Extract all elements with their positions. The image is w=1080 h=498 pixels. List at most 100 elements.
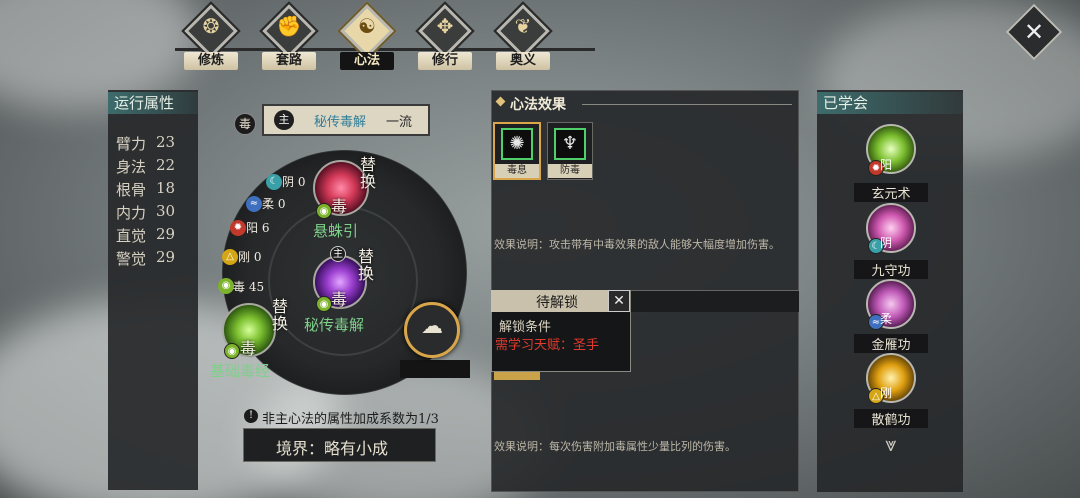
fist-icon: ✊	[276, 14, 302, 38]
stat-name: 臂力	[116, 135, 147, 153]
stat-row: 根骨 18	[116, 179, 175, 200]
tab-label: 心法	[340, 52, 394, 70]
yin-icon: ☾	[266, 174, 282, 190]
stat-name: 身法	[116, 158, 147, 176]
main-marker: 主	[274, 110, 294, 130]
flame-icon: ❂	[202, 14, 220, 38]
learned-title: 已学会	[817, 92, 963, 114]
effects-title: 心法效果	[510, 97, 566, 113]
hard-icon: △	[222, 249, 238, 265]
slot-element: 毒	[331, 290, 348, 309]
lock-icon: ☁	[421, 314, 443, 339]
attr-value: 6	[261, 221, 270, 235]
stat-row: 直觉 29	[116, 225, 175, 246]
slot-element: 毒	[331, 197, 348, 216]
stat-value: 23	[156, 133, 176, 151]
effect-description-2: 效果说明：每次伤害附加毒属性少量比列的伤害。	[494, 440, 736, 453]
popup-tab-strip	[494, 372, 540, 380]
effect-label: 防毒	[548, 164, 592, 178]
shield-icon: ♆	[554, 128, 586, 160]
effect-label: 毒息	[495, 164, 539, 178]
skill-element: 刚	[880, 386, 893, 400]
attr-name: 阳	[246, 221, 259, 235]
tab-label: 修行	[418, 52, 472, 70]
skill-name: 玄元术	[854, 183, 928, 202]
tab-label: 套路	[262, 52, 316, 70]
skill-element: 柔	[880, 312, 893, 326]
main-marker: 主	[330, 246, 346, 262]
poison-icon: ◉	[218, 278, 234, 294]
stat-value: 29	[156, 225, 176, 243]
stat-row: 身法 22	[116, 156, 175, 177]
stat-value: 22	[156, 156, 176, 174]
attr-name: 阴	[282, 175, 295, 189]
locked-slot-plate	[400, 360, 470, 378]
swap-button[interactable]: 替换	[272, 298, 289, 332]
stat-value: 30	[156, 202, 176, 220]
popup-title: 待解锁	[536, 295, 578, 311]
stat-value: 18	[156, 179, 176, 197]
attr-name: 刚	[238, 250, 251, 264]
stat-row: 臂力 23	[116, 133, 175, 154]
skill-element: 阳	[880, 158, 893, 172]
tab-label: 修炼	[184, 52, 238, 70]
attr-yang: 阳 6	[246, 219, 269, 236]
poison-element-icon: ◉	[316, 203, 332, 219]
stat-value: 29	[156, 248, 176, 266]
slot-name: 悬蛛引	[313, 222, 359, 240]
popup-close-button[interactable]: ✕	[608, 290, 630, 312]
close-icon[interactable]: ✕	[1014, 14, 1054, 50]
unlock-condition-label: 解锁条件	[499, 320, 552, 335]
main-method-name: 秘传毒解	[314, 115, 367, 130]
scroll-icon: ✥	[436, 14, 454, 38]
poison-element-icon: ◉	[316, 296, 332, 312]
stat-name: 警觉	[116, 250, 147, 268]
realm-text: 境界：略有小成	[276, 439, 389, 458]
poison-element-icon: ◉	[224, 343, 240, 359]
lotus-icon: ❦	[514, 14, 532, 38]
stats-panel-title: 运行属性	[108, 92, 198, 114]
attr-value: 0	[297, 175, 306, 189]
skill-name: 九守功	[854, 260, 928, 279]
swap-button[interactable]: 替换	[358, 248, 375, 282]
tab-routine[interactable]: ✊ 套路	[256, 1, 322, 70]
tab-secret[interactable]: ❦ 奥义	[490, 1, 556, 70]
bonus-note: 非主心法的属性加成系数为1/3	[262, 412, 439, 427]
stat-name: 内力	[116, 204, 147, 222]
tab-label: 奥义	[496, 52, 550, 70]
tab-cultivate[interactable]: ❂ 修炼	[178, 1, 244, 70]
swap-button[interactable]: 替换	[360, 156, 377, 190]
stat-row: 内力 30	[116, 202, 175, 223]
attr-value: 45	[248, 280, 265, 294]
main-method-grade: 一流	[386, 115, 413, 130]
attr-name: 柔	[262, 197, 275, 211]
yang-icon: ✹	[230, 220, 246, 236]
skill-name: 散鹤功	[854, 409, 928, 428]
stat-row: 警觉 29	[116, 248, 175, 269]
skill-element: 阴	[880, 236, 893, 250]
poison-badge: 毒	[234, 113, 256, 135]
info-icon: !	[244, 409, 258, 423]
slot-name: 秘传毒解	[304, 316, 365, 334]
attr-name: 毒	[233, 280, 246, 294]
skill-name: 金雁功	[854, 334, 928, 353]
tab-mind-method[interactable]: ☯ 心法	[334, 1, 400, 70]
slot-name: 基础毒经	[210, 362, 271, 380]
effect-description-1: 效果说明：攻击带有中毒效果的敌人能够大幅度增加伤害。	[494, 238, 780, 251]
slot-element: 毒	[240, 339, 257, 358]
tab-practice[interactable]: ✥ 修行	[412, 1, 478, 70]
unlock-condition: 需学习天赋：圣手	[495, 338, 600, 353]
soft-icon: ≈	[246, 196, 262, 212]
attr-hard: 刚 0	[238, 248, 261, 265]
attr-poison: 毒 45	[233, 278, 264, 295]
title-divider	[582, 104, 792, 105]
attr-value: 0	[277, 197, 286, 211]
swirl-icon: ☯	[358, 14, 376, 38]
attr-yin: 阴 0	[282, 173, 305, 190]
stat-name: 根骨	[116, 181, 147, 199]
attr-soft: 柔 0	[262, 195, 285, 212]
stat-name: 直觉	[116, 227, 147, 245]
attr-value: 0	[253, 250, 262, 264]
scroll-down-icon[interactable]: ⩔	[876, 432, 906, 456]
breath-icon: ✺	[501, 128, 533, 160]
